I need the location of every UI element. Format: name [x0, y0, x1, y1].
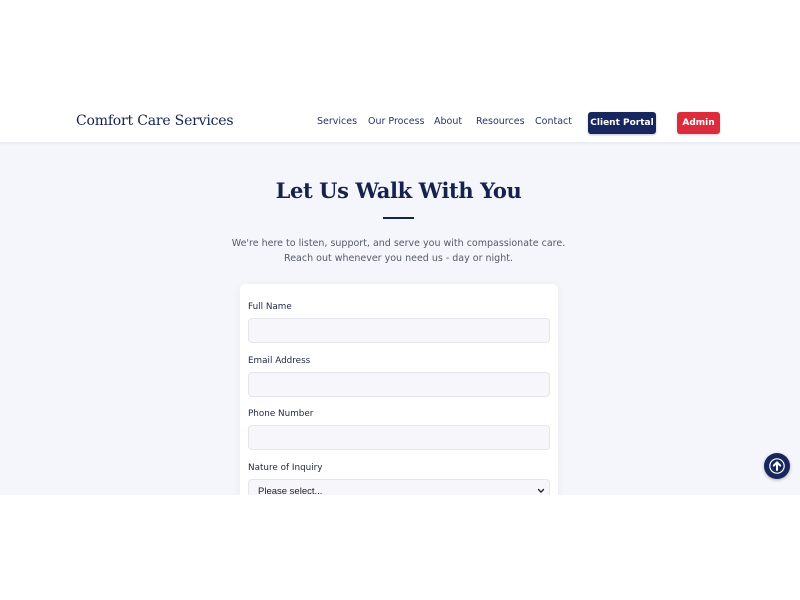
title-divider — [383, 217, 414, 219]
nav-link-resources[interactable]: Resources — [476, 116, 525, 127]
phone-input[interactable] — [248, 425, 550, 450]
chevron-down-icon — [537, 488, 545, 493]
page-title: Let Us Walk With You — [275, 178, 522, 203]
email-label: Email Address — [248, 356, 311, 366]
nav-link-contact[interactable]: Contact — [535, 116, 572, 127]
scroll-to-top-button[interactable] — [764, 453, 790, 479]
browser-viewport: Comfort Care Services Services Our Proce… — [0, 0, 800, 600]
contact-page: Comfort Care Services Services Our Proce… — [0, 103, 800, 495]
brand-logo-text[interactable]: Comfort Care Services — [76, 113, 234, 129]
inquiry-label: Nature of Inquiry — [248, 463, 323, 473]
phone-label: Phone Number — [248, 409, 314, 419]
inquiry-select[interactable]: Please select... — [248, 479, 550, 495]
full-name-label: Full Name — [248, 302, 292, 312]
nav-link-services[interactable]: Services — [317, 116, 357, 127]
admin-button[interactable]: Admin — [677, 112, 720, 134]
hero-subtitle-line-1: We're here to listen, support, and serve… — [231, 238, 566, 249]
nav-link-our-process[interactable]: Our Process — [368, 116, 424, 127]
nav-link-about[interactable]: About — [434, 116, 462, 127]
inquiry-selected-value: Please select... — [258, 486, 323, 495]
contact-form: Full Name Email Address Phone Number Nat… — [240, 284, 558, 495]
top-navbar: Comfort Care Services Services Our Proce… — [0, 103, 800, 142]
full-name-input[interactable] — [248, 318, 550, 343]
hero-subtitle-line-2: Reach out whenever you need us - day or … — [284, 253, 513, 264]
client-portal-button[interactable]: Client Portal — [588, 112, 656, 134]
arrow-up-icon — [769, 458, 785, 474]
email-input[interactable] — [248, 372, 550, 397]
